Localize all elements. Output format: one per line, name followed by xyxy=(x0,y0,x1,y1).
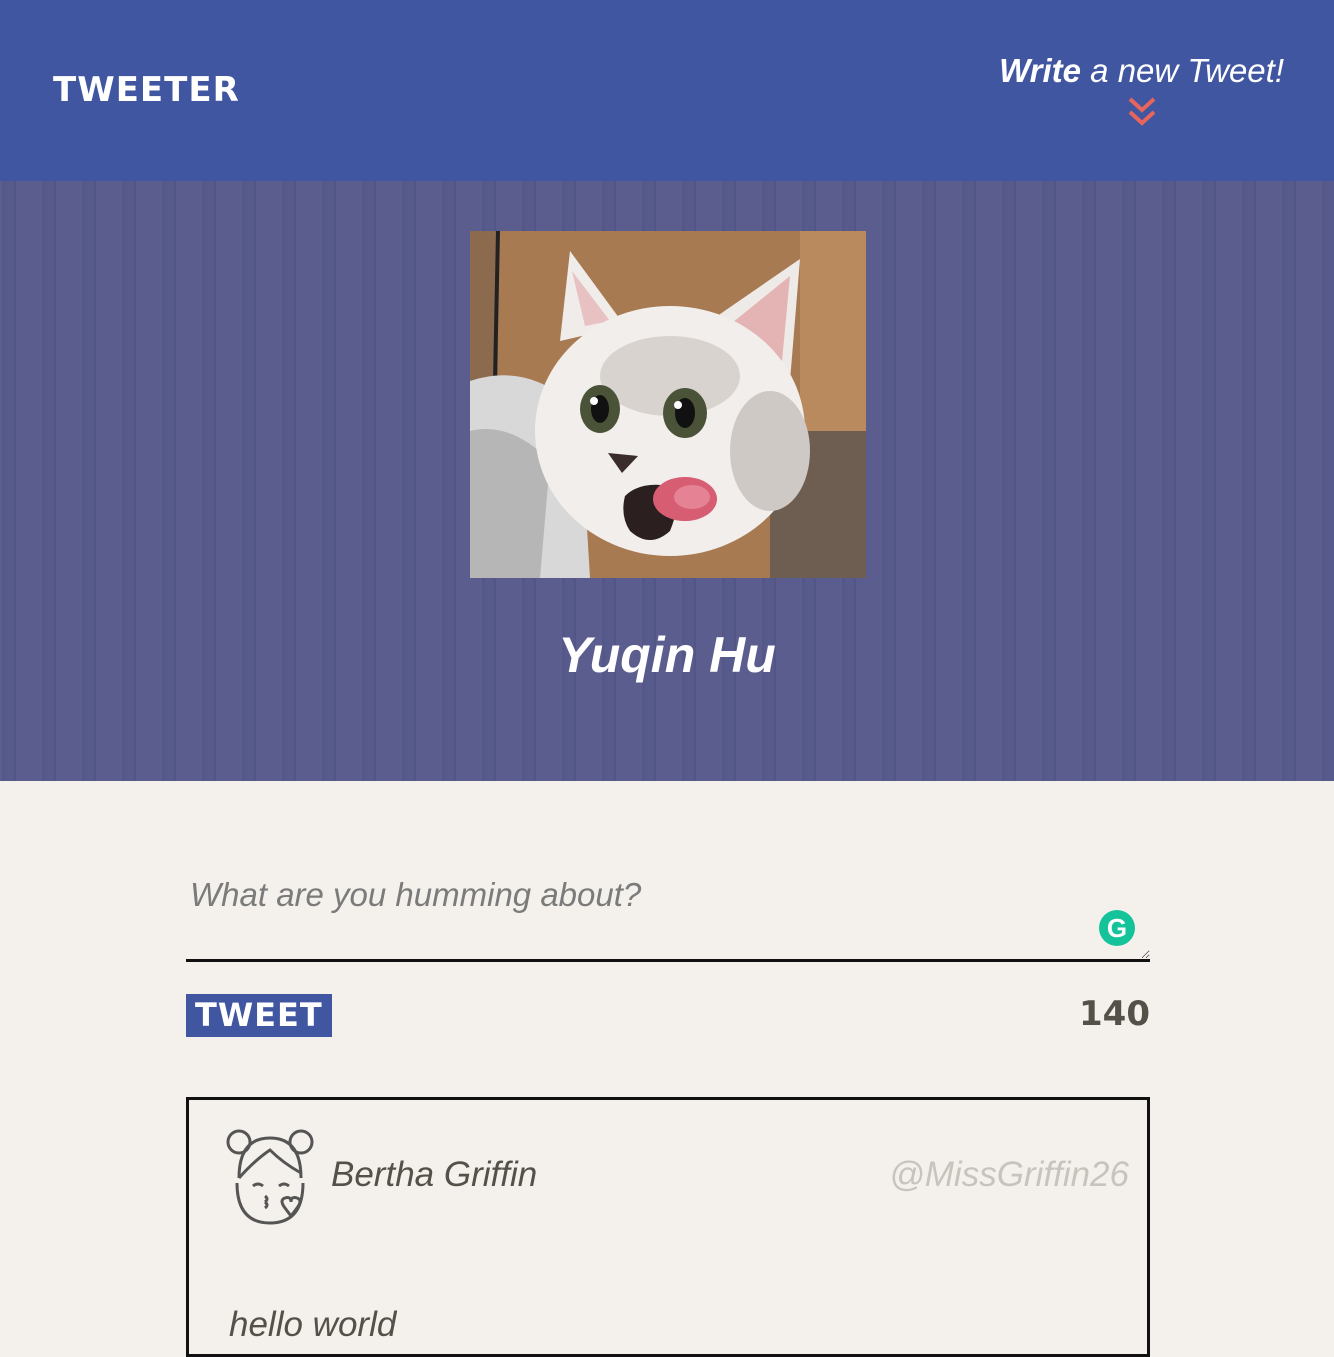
tweet-author-name: Bertha Griffin xyxy=(331,1155,538,1194)
tweet-card: Bertha Griffin @MissGriffin26 hello worl… xyxy=(186,1097,1150,1357)
double-chevron-down-icon[interactable] xyxy=(1127,96,1157,128)
profile-header: Yuqin Hu xyxy=(0,181,1334,781)
brand-logo[interactable]: TWEETER xyxy=(53,70,240,110)
tweet-author-handle: @MissGriffin26 xyxy=(889,1155,1129,1194)
new-tweet-composer: G TWEET 140 xyxy=(186,860,1150,1037)
girl-face-icon xyxy=(226,1129,314,1225)
write-new-tweet-toggle[interactable]: Write a new Tweet! xyxy=(999,52,1284,128)
profile-name: Yuqin Hu xyxy=(558,627,776,683)
top-nav: TWEETER Write a new Tweet! xyxy=(0,0,1334,181)
cat-photo xyxy=(470,231,866,578)
compose-toggle-label: Write a new Tweet! xyxy=(999,52,1284,89)
profile-avatar xyxy=(470,231,866,578)
tweet-textarea[interactable] xyxy=(186,860,1150,962)
tweet-submit-button[interactable]: TWEET xyxy=(186,994,332,1037)
tweet-body: hello world xyxy=(229,1305,397,1344)
grammarly-icon[interactable]: G xyxy=(1099,910,1135,946)
character-counter: 140 xyxy=(1079,994,1150,1034)
